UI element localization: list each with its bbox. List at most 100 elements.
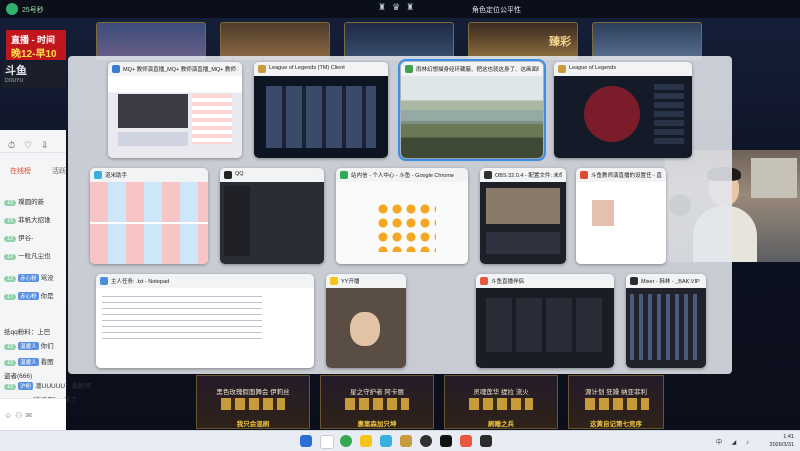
skin-caption: 我只会混刷 [236, 421, 270, 428]
tab-active-users[interactable]: 活跃 [52, 166, 66, 176]
chat-message: 15 沪粉 凛UUUUU：看剧呀 [4, 380, 91, 390]
fan-badge: 赤心粉 [18, 274, 39, 282]
user-level-badge: 15 [4, 360, 17, 366]
chat-message: 15 菲帆大招谁 [4, 214, 51, 224]
tab-online-rank[interactable]: 在线榜 [10, 166, 31, 176]
chrome-icon[interactable] [340, 435, 352, 447]
chat-message-text: 凛UUUUU：看剧呀 [35, 383, 92, 390]
douyu-companion-icon [480, 277, 488, 285]
window-title: OBS 32.0.4 - 配置文件: 未命名... [495, 173, 562, 179]
window-title: 斗鱼直播伴侣 [491, 279, 525, 285]
schedule-line-2: 晚12-早10 [11, 49, 57, 60]
background-shelf [751, 158, 797, 198]
bottom-hero-cards: 黑色玫瑰假面舞会 伊莉丝 我只会混刷 星之守护者 阿卡丽 惠案森加只坤 灵魂莲华… [196, 375, 664, 429]
skin-card: 源计划 狂躁 纳亚菲利 这黄自记第七竞序 [568, 375, 664, 429]
skin-name: 源计划 狂躁 纳亚菲利 [584, 389, 648, 396]
window-title: League of Legends (TM) Client [269, 65, 345, 71]
user-level-badge: 15 [4, 344, 17, 350]
start-icon[interactable] [300, 435, 312, 447]
assistant-icon [94, 171, 102, 179]
qq-icon [224, 171, 232, 179]
ime-indicator[interactable]: 中 [716, 440, 726, 446]
notepad-icon [100, 277, 108, 285]
chat-message-text: 骂没 [40, 275, 54, 282]
yy-icon [330, 277, 338, 285]
douyu-icon[interactable] [460, 435, 472, 447]
mixer-icon[interactable] [480, 435, 492, 447]
header-emblem-icons: ♜♛♜ [378, 2, 421, 12]
chat-message: 17 赤心粉 你是 [4, 290, 54, 300]
user-level-badge: 15 [4, 218, 17, 224]
chrome-icon [405, 65, 413, 73]
window-title: League of Legends [569, 65, 617, 71]
window-title: Mixer - 韩林 - _BAK.VIP [641, 279, 700, 285]
skin-name: 星之守护者 阿卡丽 [350, 389, 404, 396]
hero-banner-text: 臻彩 [549, 36, 571, 48]
system-tray[interactable]: 中 ◢ ♪ [716, 437, 753, 446]
item-slots [585, 398, 649, 410]
clock-time: 1:41 [783, 434, 794, 440]
skin-caption: 刷睡之兵 [488, 421, 514, 428]
skin-caption: 这黄自记第七竞序 [590, 421, 642, 428]
window-title: 雨林幻想描身经环藏蔽、把这也就这身了、这画面时... [416, 67, 539, 73]
system-clock[interactable]: 1:41 2026/3/31 [770, 433, 794, 449]
user-level-badge: 17 [4, 294, 17, 300]
task-view-icon[interactable] [320, 435, 334, 449]
fan-badge: 沪粉 [18, 382, 34, 390]
chat-input-bar[interactable]: ☺⚇✉ [0, 398, 66, 431]
league-icon[interactable] [400, 435, 412, 447]
chat-message: 15 温暖人 看图 [4, 356, 54, 366]
skin-caption: 惠案森加只坤 [357, 421, 397, 428]
chat-message: 15 璨圆的新 [4, 196, 44, 206]
window-title: 道米助手 [105, 173, 128, 179]
chat-message: 纸qq粉料：上巴 [4, 326, 50, 336]
user-level-badge: 15 [4, 200, 17, 206]
chat-message: 15 温暖人 你们 [4, 340, 54, 350]
chat-message-text: 盗者(666) [4, 373, 33, 380]
hero-skin-row: 臻彩 [96, 22, 702, 60]
clock-date: 2026/3/31 [769, 442, 794, 448]
skin-name: 灵魂莲华 缇拉 流火 [473, 389, 529, 396]
league-icon [258, 65, 266, 73]
chat-message-text: 你是 [40, 293, 54, 300]
obs-icon [484, 171, 492, 179]
douyu-icon [580, 171, 588, 179]
douyu-logo: 斗鱼 DOUYU [2, 62, 66, 88]
skin-card: 灵魂莲华 缇拉 流火 刷睡之兵 [444, 375, 558, 429]
assistant-icon[interactable] [380, 435, 392, 447]
logo-text: 斗鱼 [5, 65, 27, 77]
fan-badge: 温暖人 [18, 358, 39, 366]
qq-icon[interactable] [440, 435, 452, 447]
window-title: 主人任务: .txt - Notepad [111, 279, 170, 285]
hero-card [344, 22, 454, 60]
skin-card: 黑色玫瑰假面舞会 伊莉丝 我只会混刷 [196, 375, 310, 429]
chat-input-icons[interactable]: ☺⚇✉ [4, 411, 35, 420]
window-title: YY开播 [341, 279, 360, 285]
window-title: 斗鱼教师演直播的设置任 - 直帮 - 同伴 [591, 173, 662, 179]
windows-taskbar: 中 ◢ ♪ 1:41 2026/3/31 [0, 430, 800, 451]
item-slots [345, 398, 409, 410]
window-title: MQ+ 教师演直播_MQ+ 教师演直播_MQ+ 教师 教师演直播... [123, 67, 238, 73]
window-title: 站内信 - 个人中心 - 斗鱼 - Google Chrome [351, 173, 454, 179]
obs-icon[interactable] [420, 435, 432, 447]
logo-subtext: DOUYU [5, 78, 24, 84]
mixer-icon [630, 277, 638, 285]
chrome-icon [340, 171, 348, 179]
chat-toolbar-icons[interactable]: ⏱♡⇩ [8, 140, 58, 151]
chat-message-text: 你们 [40, 343, 54, 350]
hero-card: 臻彩 [468, 22, 578, 60]
stream-top-bar: 25号秒 ♜♛♜ 角色定位公平性 [0, 0, 800, 18]
stream-schedule-tag: 直播 - 时间 晚12-早10 [6, 30, 66, 60]
fan-badge: 赤心粉 [18, 292, 39, 300]
user-level-badge: 13 [4, 236, 17, 242]
chat-message-text: 璨圆的新 [18, 199, 45, 206]
item-slots [469, 398, 533, 410]
skin-card: 星之守护者 阿卡丽 惠案森加只坤 [320, 375, 434, 429]
skin-name: 黑色玫瑰假面舞会 伊莉丝 [216, 389, 290, 396]
user-level-badge: 15 [4, 384, 17, 390]
hero-card [220, 22, 330, 60]
chat-panel: ⏱♡⇩ 在线榜 活跃 15 璨圆的新 15 菲帆大招谁 13 伊谷- 12 一粒凡尘也 13 赤心… [0, 130, 91, 431]
chat-message-text: 看图 [40, 359, 54, 366]
window-title: QQ [235, 171, 244, 177]
file-explorer-icon[interactable] [360, 435, 372, 447]
